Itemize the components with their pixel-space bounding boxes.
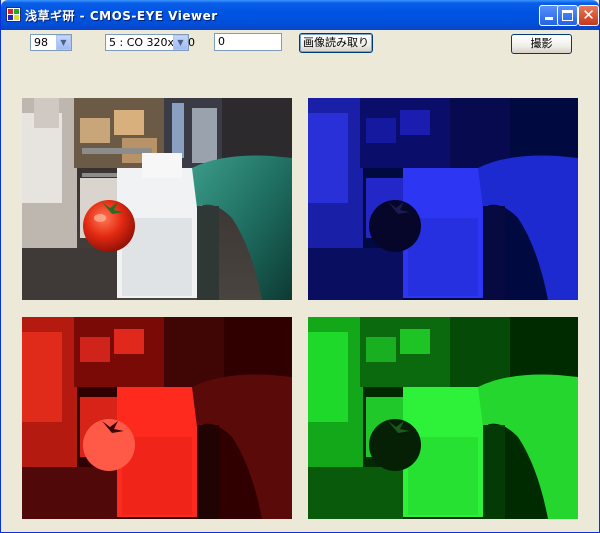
maximize-icon <box>562 10 573 21</box>
app-icon[interactable] <box>6 7 21 22</box>
blue-channel-view <box>308 98 578 300</box>
quality-combo[interactable]: 98 ▼ <box>30 34 72 51</box>
green-channel-view <box>308 317 578 519</box>
resolution-combo[interactable]: 5 : CO 320x240 ▼ <box>105 34 195 51</box>
maximize-button[interactable] <box>557 5 578 26</box>
chevron-down-icon[interactable]: ▼ <box>56 35 71 50</box>
color-view <box>22 98 292 300</box>
read-image-button[interactable]: 画像読み取り <box>299 33 373 53</box>
chevron-down-icon[interactable]: ▼ <box>173 35 188 50</box>
red-channel-view <box>22 317 292 519</box>
capture-button[interactable]: 撮影 <box>511 34 572 54</box>
title-bar[interactable]: 浅草ギ研 - CMOS-EYE Viewer ✕ <box>1 0 599 30</box>
close-button[interactable]: ✕ <box>578 5 599 26</box>
minimize-icon <box>545 17 553 20</box>
app-window: 浅草ギ研 - CMOS-EYE Viewer ✕ 98 ▼ 5 : CO 320… <box>0 0 600 533</box>
value-input[interactable]: 0 <box>214 33 282 51</box>
quality-combo-value: 98 <box>34 36 48 49</box>
close-icon: ✕ <box>582 6 595 24</box>
window-title: 浅草ギ研 - CMOS-EYE Viewer <box>25 9 218 23</box>
